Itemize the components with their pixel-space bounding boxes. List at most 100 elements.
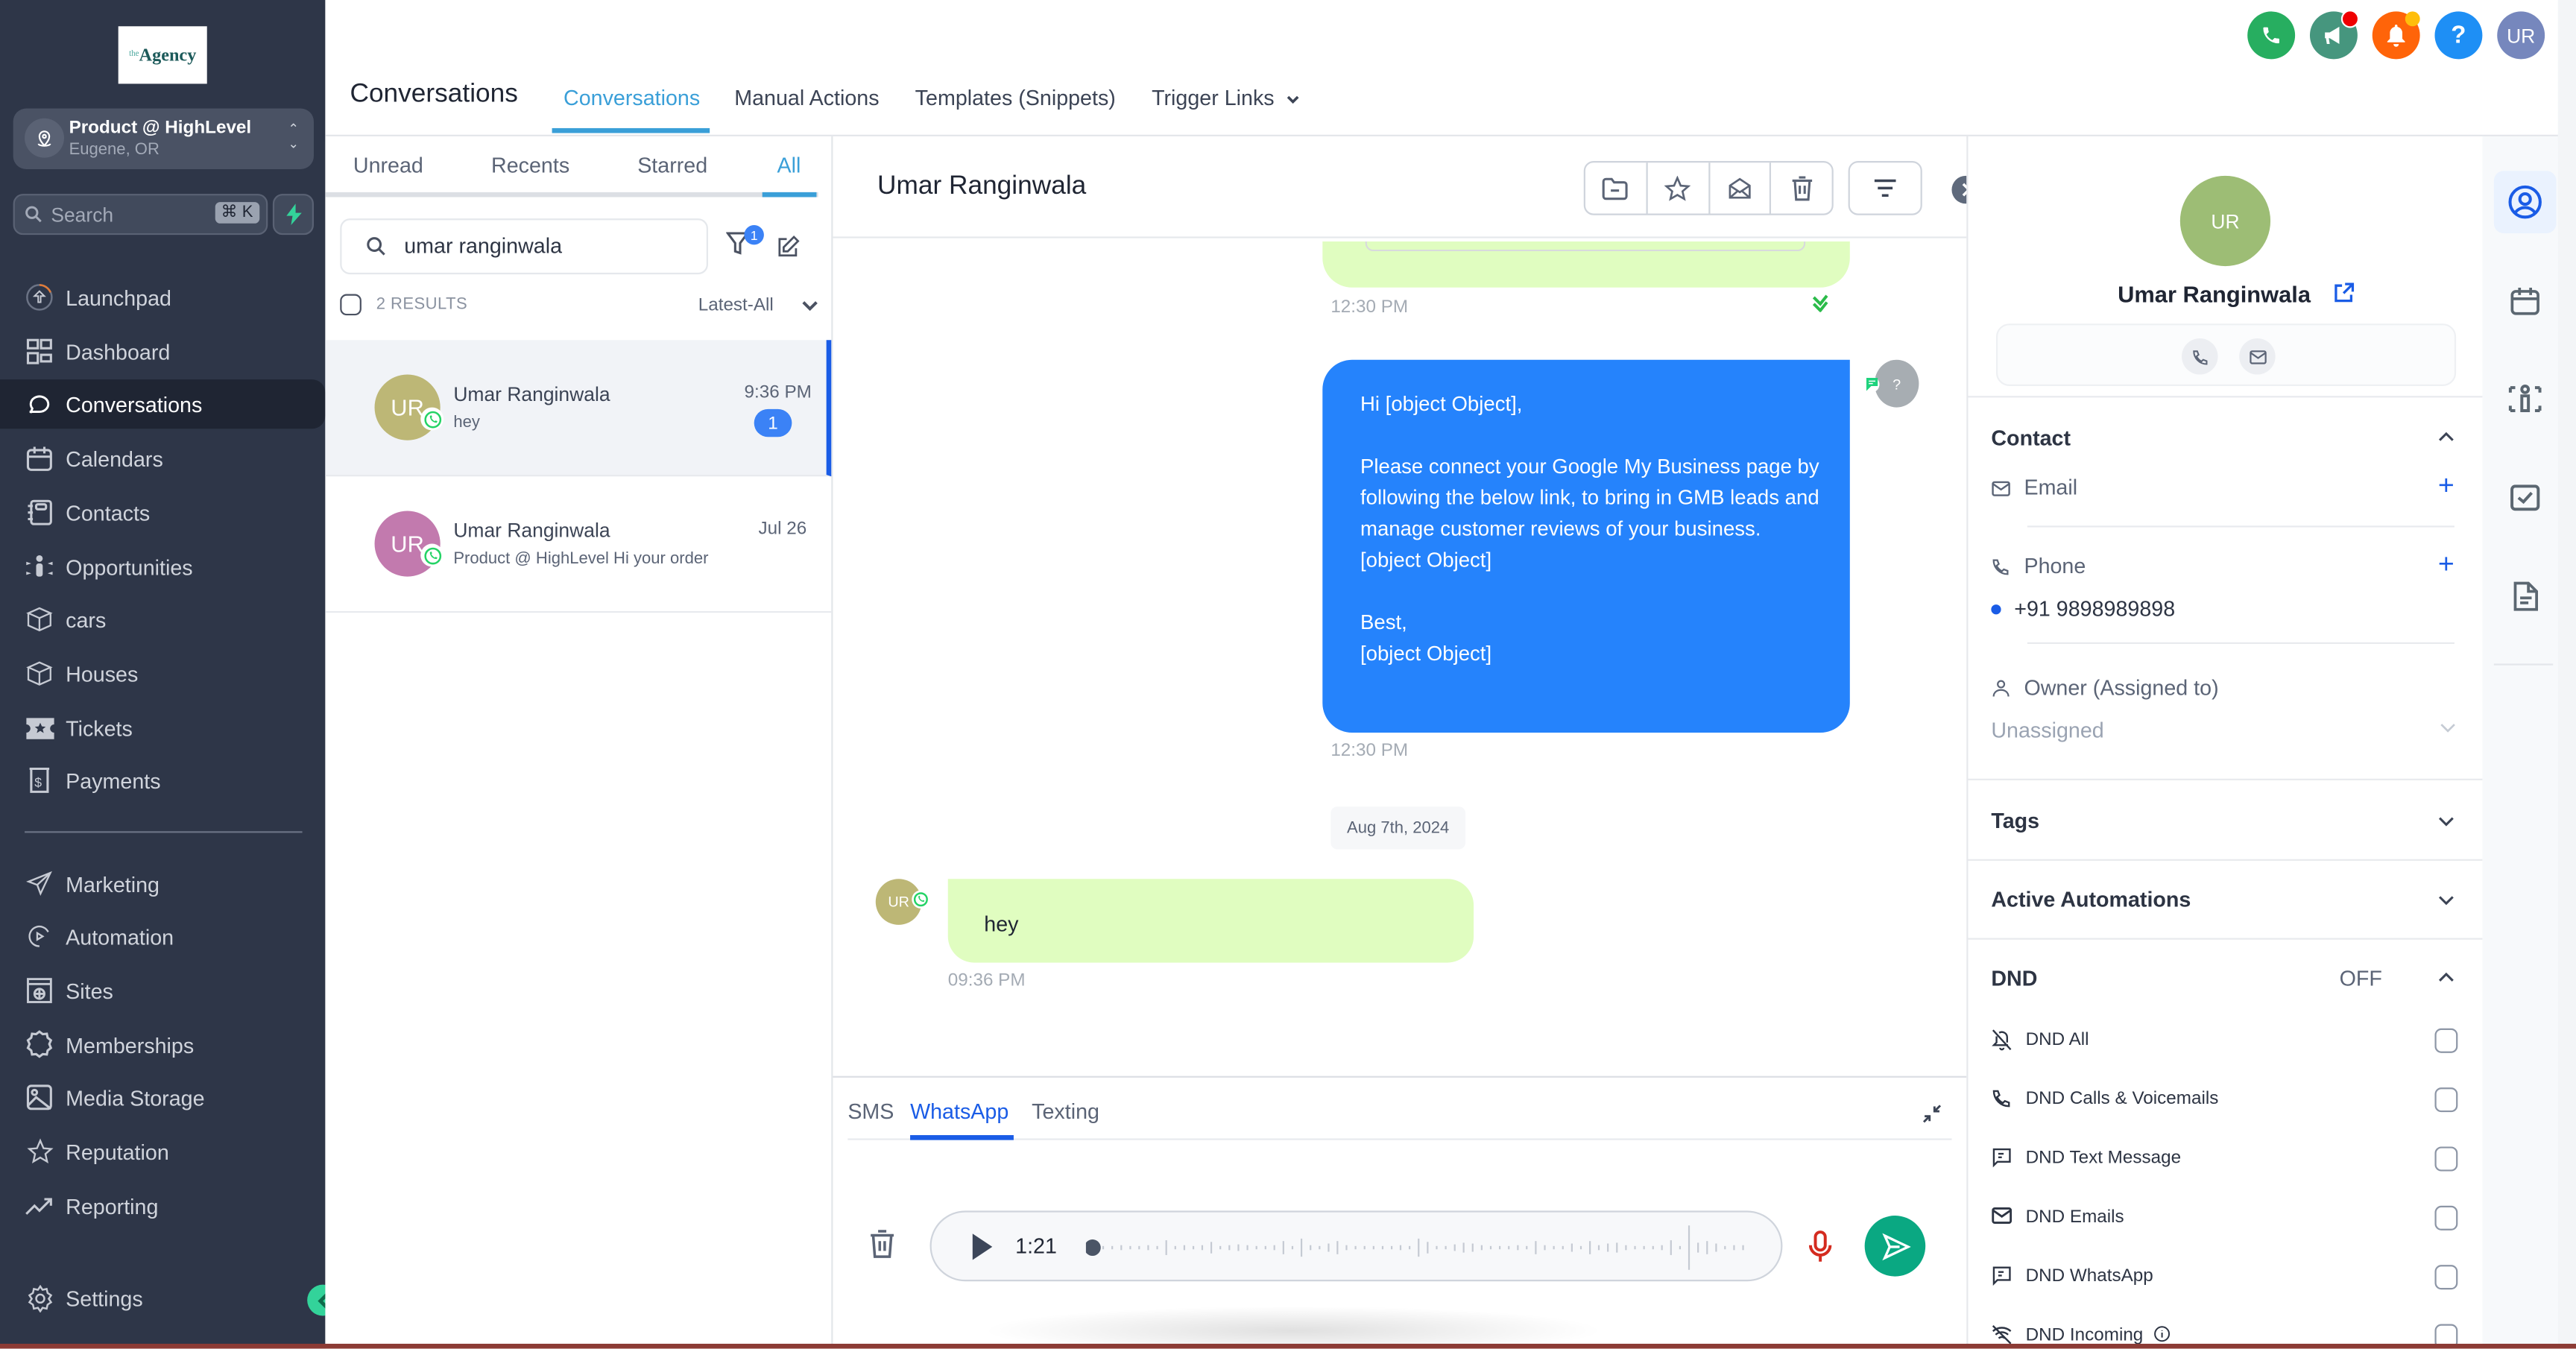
conversation-item[interactable]: UR Umar Ranginwala hey 9:36 PM 1 — [325, 340, 832, 477]
location-switcher[interactable]: Product @ HighLevel Eugene, OR ⌃ ⌄ — [13, 108, 314, 170]
sort-messages-button[interactable] — [1848, 161, 1922, 215]
dnd-checkbox[interactable] — [2434, 1265, 2458, 1290]
dnd-option-text: DND Text Message — [1991, 1145, 2467, 1175]
sidebar-item-memberships[interactable]: Memberships — [0, 1020, 325, 1070]
collapse-composer-button[interactable] — [1922, 1104, 1942, 1123]
sidebar-item-media-storage[interactable]: Media Storage — [0, 1072, 325, 1122]
waveform-bar — [1706, 1241, 1708, 1254]
conversation-search-field[interactable] — [340, 218, 708, 275]
sidebar-item-settings[interactable]: Settings — [0, 1273, 325, 1322]
announcements-button[interactable] — [2309, 10, 2360, 60]
dnd-checkbox[interactable] — [2434, 1205, 2458, 1230]
section-title-contact[interactable]: Contact — [1991, 426, 2071, 450]
contacts-book-icon — [25, 498, 54, 528]
agency-logo[interactable]: the Agency — [118, 26, 207, 84]
nav-label: Opportunities — [66, 554, 193, 579]
sidebar-item-marketing[interactable]: Marketing — [0, 859, 325, 909]
filter-tab-recents[interactable]: Recents — [491, 153, 569, 177]
play-button[interactable] — [971, 1232, 994, 1262]
rail-contact-details-button[interactable] — [2493, 171, 2557, 233]
sidebar-item-conversations[interactable]: Conversations — [0, 379, 326, 429]
waveform-bar — [1517, 1245, 1519, 1251]
channel-tab-whatsapp[interactable]: WhatsApp — [910, 1099, 1008, 1124]
channel-tab-sms[interactable]: SMS — [847, 1099, 894, 1124]
move-to-folder-button[interactable] — [1585, 162, 1648, 214]
channel-tab-texting[interactable]: Texting — [1032, 1099, 1099, 1124]
sidebar-item-contacts[interactable]: Contacts — [0, 488, 325, 537]
global-search[interactable]: Search ⌘ K — [13, 194, 268, 236]
chevron-down-icon[interactable] — [2438, 816, 2455, 827]
record-voice-button[interactable] — [1805, 1229, 1835, 1265]
add-email-button[interactable]: + — [2438, 470, 2455, 502]
dnd-checkbox[interactable] — [2434, 1146, 2458, 1172]
waveform-bar — [1363, 1245, 1366, 1250]
window-edge — [2557, 0, 2576, 1349]
scrubber-handle[interactable] — [1085, 1239, 1101, 1257]
chevron-down-icon[interactable] — [2438, 895, 2455, 906]
sidebar-item-houses[interactable]: Houses — [0, 649, 325, 698]
chevron-up-icon[interactable] — [2438, 972, 2455, 982]
sidebar-item-payments[interactable]: $ Payments — [0, 756, 325, 805]
delete-conversation-button[interactable] — [1772, 162, 1832, 213]
conversation-search-input[interactable] — [400, 231, 704, 260]
mark-unread-button[interactable] — [1709, 162, 1772, 214]
rail-opportunities-button[interactable] — [2494, 368, 2557, 431]
section-title-dnd[interactable]: DND — [1991, 966, 2037, 991]
new-message-button[interactable] — [775, 235, 800, 259]
profile-avatar[interactable]: UR — [2497, 11, 2545, 60]
section-title-tags[interactable]: Tags — [1991, 808, 2039, 833]
sidebar-item-dashboard[interactable]: Dashboard — [0, 327, 325, 376]
select-all-checkbox[interactable] — [340, 294, 362, 316]
waveform-bar — [1607, 1243, 1609, 1252]
sidebar-item-cars[interactable]: cars — [0, 595, 325, 644]
send-button[interactable] — [1864, 1216, 1926, 1277]
rail-notes-button[interactable] — [2494, 565, 2557, 628]
chevron-down-icon[interactable] — [802, 300, 818, 312]
box-icon — [25, 604, 54, 634]
sidebar-item-opportunities[interactable]: Opportunities — [0, 542, 325, 591]
sidebar-item-automation[interactable]: Automation — [0, 912, 325, 961]
filter-tab-starred[interactable]: Starred — [637, 153, 707, 177]
sidebar-item-launchpad[interactable]: Launchpad — [0, 273, 325, 322]
filter-tab-unread[interactable]: Unread — [353, 153, 423, 177]
quick-actions-button[interactable] — [272, 194, 314, 236]
phone-value[interactable]: +91 9898989898 — [2014, 596, 2175, 621]
discard-recording-button[interactable] — [869, 1229, 895, 1260]
tab-conversations[interactable]: Conversations — [564, 86, 700, 110]
info-icon[interactable] — [2153, 1326, 2170, 1342]
rail-appointments-button[interactable] — [2494, 269, 2557, 332]
dnd-checkbox[interactable] — [2434, 1087, 2458, 1113]
section-title-active-automations[interactable]: Active Automations — [1991, 887, 2191, 912]
waveform-bar — [1445, 1245, 1447, 1250]
sidebar-item-reporting[interactable]: Reporting — [0, 1181, 325, 1230]
waveform-bar — [1147, 1245, 1149, 1251]
owner-select[interactable]: Unassigned — [1991, 718, 2103, 742]
tab-trigger-links[interactable]: Trigger Links — [1152, 86, 1300, 110]
bell-icon — [2387, 23, 2405, 46]
open-contact-button[interactable] — [2333, 282, 2355, 304]
sidebar-item-calendars[interactable]: Calendars — [0, 434, 325, 483]
conversation-item[interactable]: UR Umar Ranginwala Product @ HighLevel H… — [325, 476, 832, 613]
nav-label: Reputation — [66, 1139, 169, 1164]
tab-manual-actions[interactable]: Manual Actions — [734, 86, 879, 110]
rail-tasks-button[interactable] — [2494, 467, 2557, 529]
add-phone-button[interactable]: + — [2438, 549, 2455, 581]
chevron-up-icon[interactable] — [2438, 432, 2455, 442]
dnd-checkbox[interactable] — [2434, 1028, 2458, 1053]
audio-waveform-scrubber[interactable] — [1085, 1225, 1760, 1270]
tab-templates-snippets[interactable]: Templates (Snippets) — [915, 86, 1116, 110]
sidebar-item-sites[interactable]: Sites — [0, 966, 325, 1015]
sort-dropdown[interactable]: Latest-All — [698, 296, 774, 315]
phone-button[interactable] — [2247, 11, 2296, 60]
email-contact-button[interactable] — [2239, 338, 2276, 375]
chevron-down-icon[interactable] — [2440, 723, 2456, 733]
filter-tab-all[interactable]: All — [777, 153, 801, 177]
call-contact-button[interactable] — [2182, 338, 2218, 375]
sidebar-item-reputation[interactable]: Reputation — [0, 1127, 325, 1176]
star-button[interactable] — [1647, 162, 1710, 214]
sidebar-item-tickets[interactable]: Tickets — [0, 703, 325, 752]
help-button[interactable]: ? — [2434, 11, 2483, 60]
dnd-option-all: DND All — [1991, 1027, 2467, 1057]
badge-icon — [25, 1030, 54, 1060]
notifications-button[interactable] — [2372, 11, 2420, 60]
